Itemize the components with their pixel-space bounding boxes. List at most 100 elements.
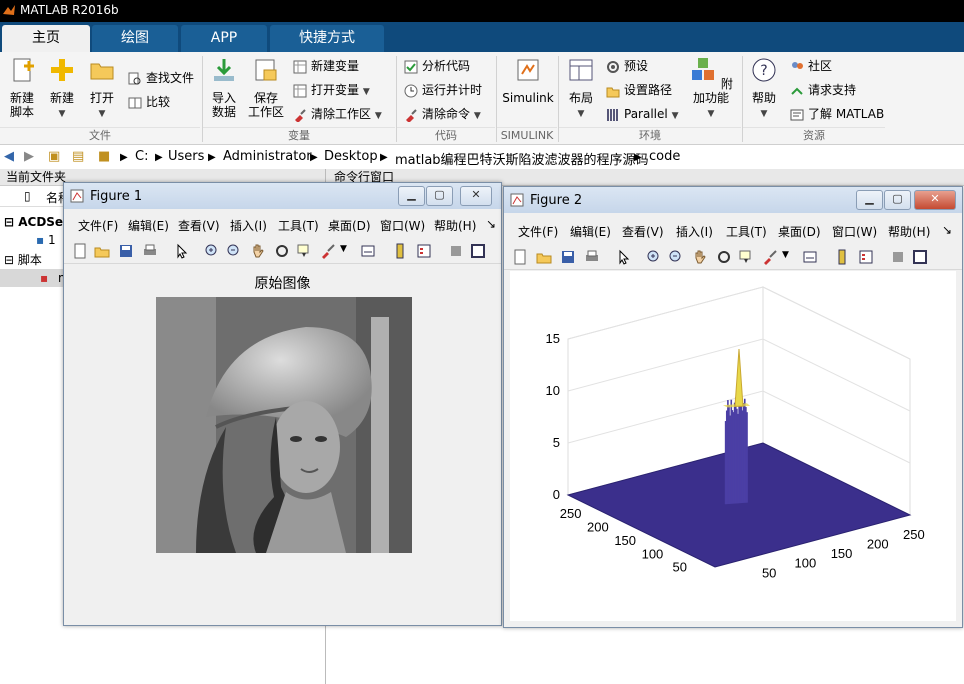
path-segment[interactable]: Administrator [223, 149, 312, 164]
menu-insert[interactable]: 插入(I) [676, 223, 713, 240]
rotate-3d-icon[interactable] [274, 243, 290, 259]
request-support-button[interactable]: 请求支持 [790, 80, 856, 100]
maximize-button[interactable]: ▢ [426, 186, 453, 206]
new-dropdown-icon[interactable]: ▼ [59, 109, 66, 119]
zoom-in-icon[interactable] [204, 243, 220, 259]
compare-button[interactable]: 比较 [128, 92, 170, 112]
rotate-3d-icon[interactable] [716, 249, 732, 265]
open-dropdown-icon[interactable]: ▼ [99, 109, 106, 119]
pan-hand-icon[interactable] [692, 249, 708, 265]
layout-button[interactable]: 布局 ▼ [564, 56, 598, 121]
menu-file[interactable]: 文件(F) [78, 217, 118, 234]
menu-desktop[interactable]: 桌面(D) [328, 217, 371, 234]
list-item[interactable]: ▪ 1 [36, 233, 56, 247]
open-variable-dropdown-icon[interactable]: ▼ [363, 87, 370, 97]
run-and-time-button[interactable]: 运行并计时 [404, 80, 482, 100]
select-arrow-icon[interactable] [174, 243, 190, 259]
select-arrow-icon[interactable] [616, 249, 632, 265]
menu-window[interactable]: 窗口(W) [832, 223, 877, 240]
legend-icon[interactable] [416, 243, 432, 259]
new-script-button[interactable]: 新建 脚本 [4, 56, 40, 119]
new-button[interactable]: 新建 ▼ [46, 56, 78, 121]
list-item[interactable]: ⊟ 脚本 [4, 251, 42, 268]
maximize-button[interactable]: ▢ [884, 190, 911, 210]
close-button[interactable]: ✕ [914, 190, 956, 210]
tab-shortcuts[interactable]: 快捷方式 [270, 25, 384, 52]
colorbar-icon[interactable] [834, 249, 850, 265]
menu-tools[interactable]: 工具(T) [726, 223, 767, 240]
menu-desktop[interactable]: 桌面(D) [778, 223, 821, 240]
zoom-in-icon[interactable] [646, 249, 662, 265]
brush-icon[interactable] [320, 243, 336, 259]
open-file-icon[interactable] [536, 249, 552, 265]
save-workspace-button[interactable]: 保存 工作区 [246, 56, 286, 119]
learn-matlab-button[interactable]: 了解 MATLAB [790, 104, 884, 124]
forward-arrow-icon[interactable]: ▶ [24, 149, 34, 164]
path-segment[interactable]: Users [168, 149, 204, 164]
figure2-title-bar[interactable]: Figure 2 ▁ ▢ ✕ [504, 187, 962, 213]
help-button[interactable]: ? 帮助 ▼ [748, 56, 780, 121]
clear-workspace-button[interactable]: 清除工作区 ▼ [293, 104, 382, 124]
colorbar-icon[interactable] [392, 243, 408, 259]
layout-dropdown-icon[interactable]: ▼ [578, 109, 585, 119]
brush-dropdown-icon[interactable]: ▼ [782, 250, 789, 260]
open-file-icon[interactable] [94, 243, 110, 259]
minimize-button[interactable]: ▁ [856, 190, 883, 210]
menu-help[interactable]: 帮助(H) [434, 217, 476, 234]
simulink-button[interactable]: Simulink [502, 56, 554, 105]
menu-window[interactable]: 窗口(W) [380, 217, 425, 234]
community-button[interactable]: 社区 [790, 56, 832, 76]
tab-apps[interactable]: APP [181, 25, 267, 52]
help-dropdown-icon[interactable]: ▼ [761, 109, 768, 119]
addons-button[interactable]: 附加功能 ▼ [686, 56, 736, 121]
link-plot-icon[interactable] [802, 249, 818, 265]
new-figure-icon[interactable] [512, 249, 528, 265]
show-plot-tools-icon[interactable] [470, 243, 486, 259]
path-segment[interactable]: matlab编程巴特沃斯陷波滤波器的程序源码 [395, 149, 649, 168]
clear-commands-button[interactable]: 清除命令 ▼ [404, 104, 481, 124]
path-segment[interactable]: Desktop [324, 149, 378, 164]
data-cursor-icon[interactable] [296, 243, 312, 259]
list-item[interactable]: ⊟ ACDSee [4, 215, 71, 229]
clear-commands-dropdown-icon[interactable]: ▼ [474, 111, 481, 121]
print-icon[interactable] [584, 249, 600, 265]
path-segment[interactable]: code [649, 149, 680, 164]
zoom-out-icon[interactable] [668, 249, 684, 265]
zoom-out-icon[interactable] [226, 243, 242, 259]
menu-overflow-icon[interactable]: ↘ [942, 223, 952, 237]
parallel-button[interactable]: Parallel ▼ [606, 104, 678, 124]
back-arrow-icon[interactable]: ◀ [4, 149, 14, 164]
parallel-dropdown-icon[interactable]: ▼ [672, 111, 679, 121]
menu-view[interactable]: 查看(V) [178, 217, 220, 234]
menu-edit[interactable]: 编辑(E) [570, 223, 611, 240]
up-folder-icon[interactable]: ▣ [48, 149, 60, 164]
hide-plot-tools-icon[interactable] [448, 243, 464, 259]
tab-plots[interactable]: 绘图 [92, 25, 178, 52]
menu-help[interactable]: 帮助(H) [888, 223, 930, 240]
menu-file[interactable]: 文件(F) [518, 223, 558, 240]
set-path-button[interactable]: 设置路径 [606, 80, 672, 100]
analyze-code-button[interactable]: 分析代码 [404, 56, 470, 76]
hide-plot-tools-icon[interactable] [890, 249, 906, 265]
pan-hand-icon[interactable] [250, 243, 266, 259]
brush-dropdown-icon[interactable]: ▼ [340, 244, 347, 254]
find-files-button[interactable]: 查找文件 [128, 68, 194, 88]
menu-insert[interactable]: 插入(I) [230, 217, 267, 234]
figure1-title-bar[interactable]: Figure 1 ▁ ▢ ✕ [64, 183, 501, 209]
browse-folder-icon[interactable]: ▤ [72, 149, 84, 164]
path-segment[interactable]: C: [135, 149, 148, 164]
legend-icon[interactable] [858, 249, 874, 265]
address-bar[interactable]: ◀ ▶ ▣ ▤ ■ ▶ C: ▶ Users ▶ Administrator ▶… [0, 145, 964, 170]
tab-home[interactable]: 主页 [2, 25, 90, 52]
brush-icon[interactable] [762, 249, 778, 265]
new-variable-button[interactable]: 新建变量 [293, 56, 359, 76]
minimize-button[interactable]: ▁ [398, 186, 425, 206]
print-icon[interactable] [142, 243, 158, 259]
menu-view[interactable]: 查看(V) [622, 223, 664, 240]
link-plot-icon[interactable] [360, 243, 376, 259]
clear-workspace-dropdown-icon[interactable]: ▼ [375, 111, 382, 121]
save-icon[interactable] [118, 243, 134, 259]
preferences-button[interactable]: 预设 [606, 56, 648, 76]
import-data-button[interactable]: 导入 数据 [206, 56, 242, 119]
menu-edit[interactable]: 编辑(E) [128, 217, 169, 234]
